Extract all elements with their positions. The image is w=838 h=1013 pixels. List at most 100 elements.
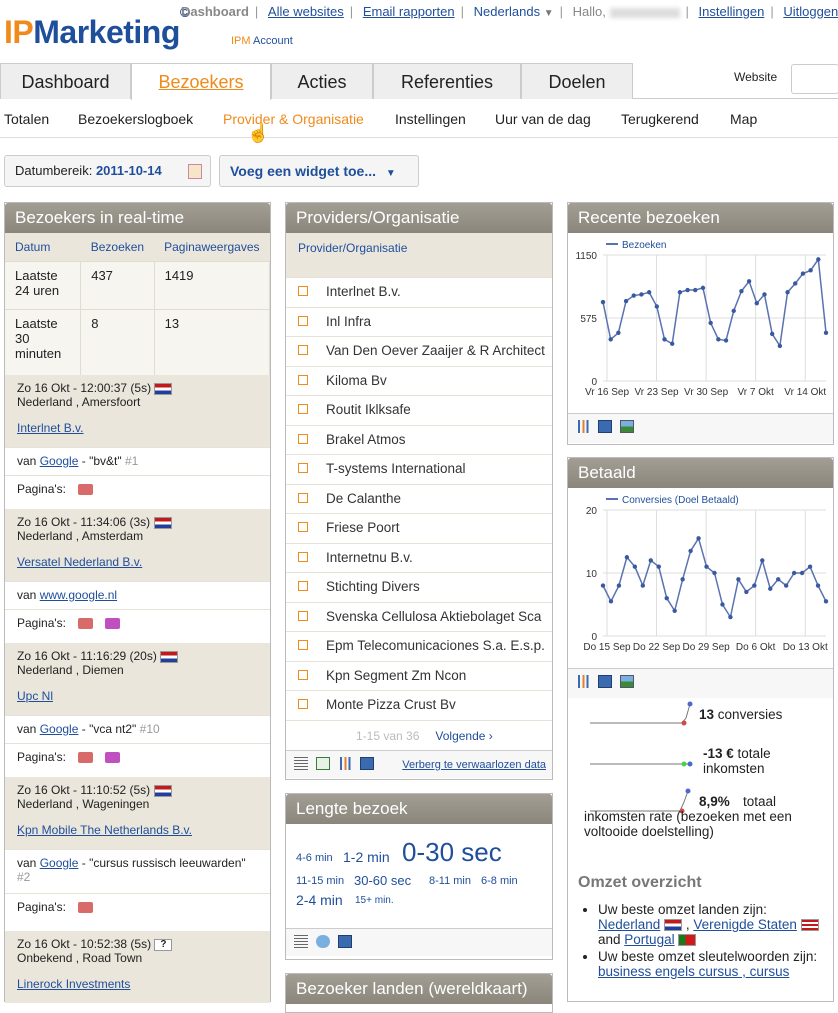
provider-item[interactable]: Routit Iklksafe [286,395,552,425]
export-icon[interactable] [338,935,352,948]
page-folder-icon[interactable] [78,484,93,496]
external-link-icon[interactable] [298,551,308,562]
tag-item[interactable]: 0-30 sec [402,837,502,868]
external-link-icon[interactable] [298,522,308,532]
external-link-icon[interactable] [298,492,308,503]
page-folder-icon[interactable] [78,618,93,630]
subtab-instellingen[interactable]: Instellingen [395,111,466,127]
provider-item[interactable]: Van Den Oever Zaaijer & R Architect [286,336,552,366]
visit-org-link[interactable]: Linerock Investments [17,977,258,991]
provider-item[interactable]: Brakel Atmos [286,424,552,455]
table-view-icon[interactable] [294,935,308,948]
data-point [616,330,621,335]
provider-item[interactable]: Interlnet B.v. [286,277,552,307]
tag-cloud-icon[interactable] [316,935,330,948]
page-folder-icon[interactable] [78,752,93,764]
external-link-icon[interactable] [298,640,308,650]
export-icon[interactable] [360,756,374,770]
bar-chart-icon[interactable] [576,420,590,433]
provider-item[interactable]: Monte Pizza Crust Bv [286,690,552,720]
instellingen-link[interactable]: Instellingen [699,4,765,19]
subtab-provider-organisatie[interactable]: Provider & Organisatie [223,111,364,127]
external-link-icon[interactable] [298,286,308,296]
bar-chart-icon[interactable] [338,756,352,770]
dashboard-link[interactable]: Dashboard [181,4,249,19]
tab-dashboard[interactable]: Dashboard [0,63,131,99]
bar-chart-icon[interactable] [576,675,590,688]
external-link-icon[interactable] [298,315,308,326]
next-page-link[interactable]: Volgende › [435,729,492,743]
provider-item[interactable]: De Calanthe [286,483,552,514]
export-icon[interactable] [598,420,612,433]
external-link-icon[interactable] [298,374,308,385]
ipmarketing-logo[interactable]: IPMarketing© [4,4,190,51]
image-export-icon[interactable] [620,675,634,688]
tab-acties[interactable]: Acties [271,63,373,99]
subtab-totalen[interactable]: Totalen [4,111,49,127]
provider-item[interactable]: Friese Poort [286,513,552,543]
calendar-icon[interactable] [188,164,202,179]
tag-item[interactable]: 8-11 min [429,875,471,887]
visit-org-link[interactable]: Interlnet B.v. [17,421,258,435]
tab-referenties[interactable]: Referenties [373,63,521,99]
tag-item[interactable]: 30-60 sec [354,873,411,888]
provider-item[interactable]: Internetnu B.v. [286,542,552,573]
external-link-icon[interactable] [298,345,308,355]
external-link-icon[interactable] [298,669,308,680]
data-point [793,281,798,286]
provider-item[interactable]: T-systems International [286,454,552,484]
tag-cloud: 4-6 min 1-2 min 0-30 sec 11-15 min 30-60… [286,824,552,928]
tag-item[interactable]: 11-15 min [296,875,344,887]
subtab-bezoekerslogboek[interactable]: Bezoekerslogboek [78,111,193,127]
referrer-link[interactable]: Google [40,722,79,736]
image-export-icon[interactable] [620,420,634,433]
keyword-link[interactable]: business engels cursus , cursus [598,964,789,979]
referrer-link[interactable]: www.google.nl [40,588,117,602]
provider-item[interactable]: Epm Telecomunicaciones S.a. E.s.p. [286,631,552,661]
external-link-icon[interactable] [298,699,308,709]
provider-item[interactable]: Svenska Cellulosa Aktiebolaget Sca [286,601,552,632]
tag-item[interactable]: 1-2 min [343,849,390,865]
external-link-icon[interactable] [298,404,308,414]
external-link-icon[interactable] [298,463,308,473]
tag-item[interactable]: 6-8 min [481,875,518,887]
subtab-map[interactable]: Map [730,111,757,127]
provider-item[interactable]: Kiloma Bv [286,365,552,396]
country-link[interactable]: Portugal [624,932,674,947]
date-range-picker[interactable]: Datumbereik: 2011-10-14 [4,155,211,187]
visit-org-link[interactable]: Versatel Nederland B.v. [17,555,258,569]
provider-item[interactable]: Inl Infra [286,306,552,337]
referrer-link[interactable]: Google [40,454,79,468]
table-view-icon[interactable] [294,756,308,770]
visit-org-link[interactable]: Upc Nl [17,689,258,703]
tab-doelen[interactable]: Doelen [521,63,633,99]
provider-item[interactable]: Kpn Segment Zm Ncon [286,660,552,691]
page-folder-icon[interactable] [78,902,93,914]
country-link[interactable]: Verenigde Staten [693,917,797,932]
logout-link[interactable]: Uitloggen [783,4,838,19]
export-icon[interactable] [598,675,612,688]
language-select[interactable]: Nederlands ▼ [474,4,554,19]
tag-item[interactable]: 4-6 min [296,852,333,864]
page-folder-icon[interactable] [105,618,120,630]
referrer-link[interactable]: Google [40,856,79,870]
page-folder-icon[interactable] [105,752,120,764]
tab-bezoekers[interactable]: Bezoekers [131,63,271,100]
subtab-uur-van-de-dag[interactable]: Uur van de dag [495,111,591,127]
website-select[interactable] [791,64,838,94]
visit-org-link[interactable]: Kpn Mobile The Netherlands B.v. [17,823,258,837]
hide-insignificant-link[interactable]: Verberg te verwaarlozen data [402,759,546,771]
tag-item[interactable]: 15+ min. [355,895,394,906]
email-rapporten-link[interactable]: Email rapporten [363,4,455,19]
subtab-terugkerend[interactable]: Terugkerend [621,111,699,127]
country-link[interactable]: Nederland [598,917,660,932]
provider-item[interactable]: Stichting Divers [286,572,552,602]
add-widget-button[interactable]: Voeg een widget toe... ▼ [219,155,419,187]
table-more-icon[interactable] [316,756,330,770]
external-link-icon[interactable] [298,610,308,621]
external-link-icon[interactable] [298,581,308,591]
tag-item[interactable]: 2-4 min [296,892,343,908]
provider-column-header[interactable]: Provider/Organisatie [286,233,552,277]
alle-websites-link[interactable]: Alle websites [268,4,344,19]
external-link-icon[interactable] [298,433,308,444]
